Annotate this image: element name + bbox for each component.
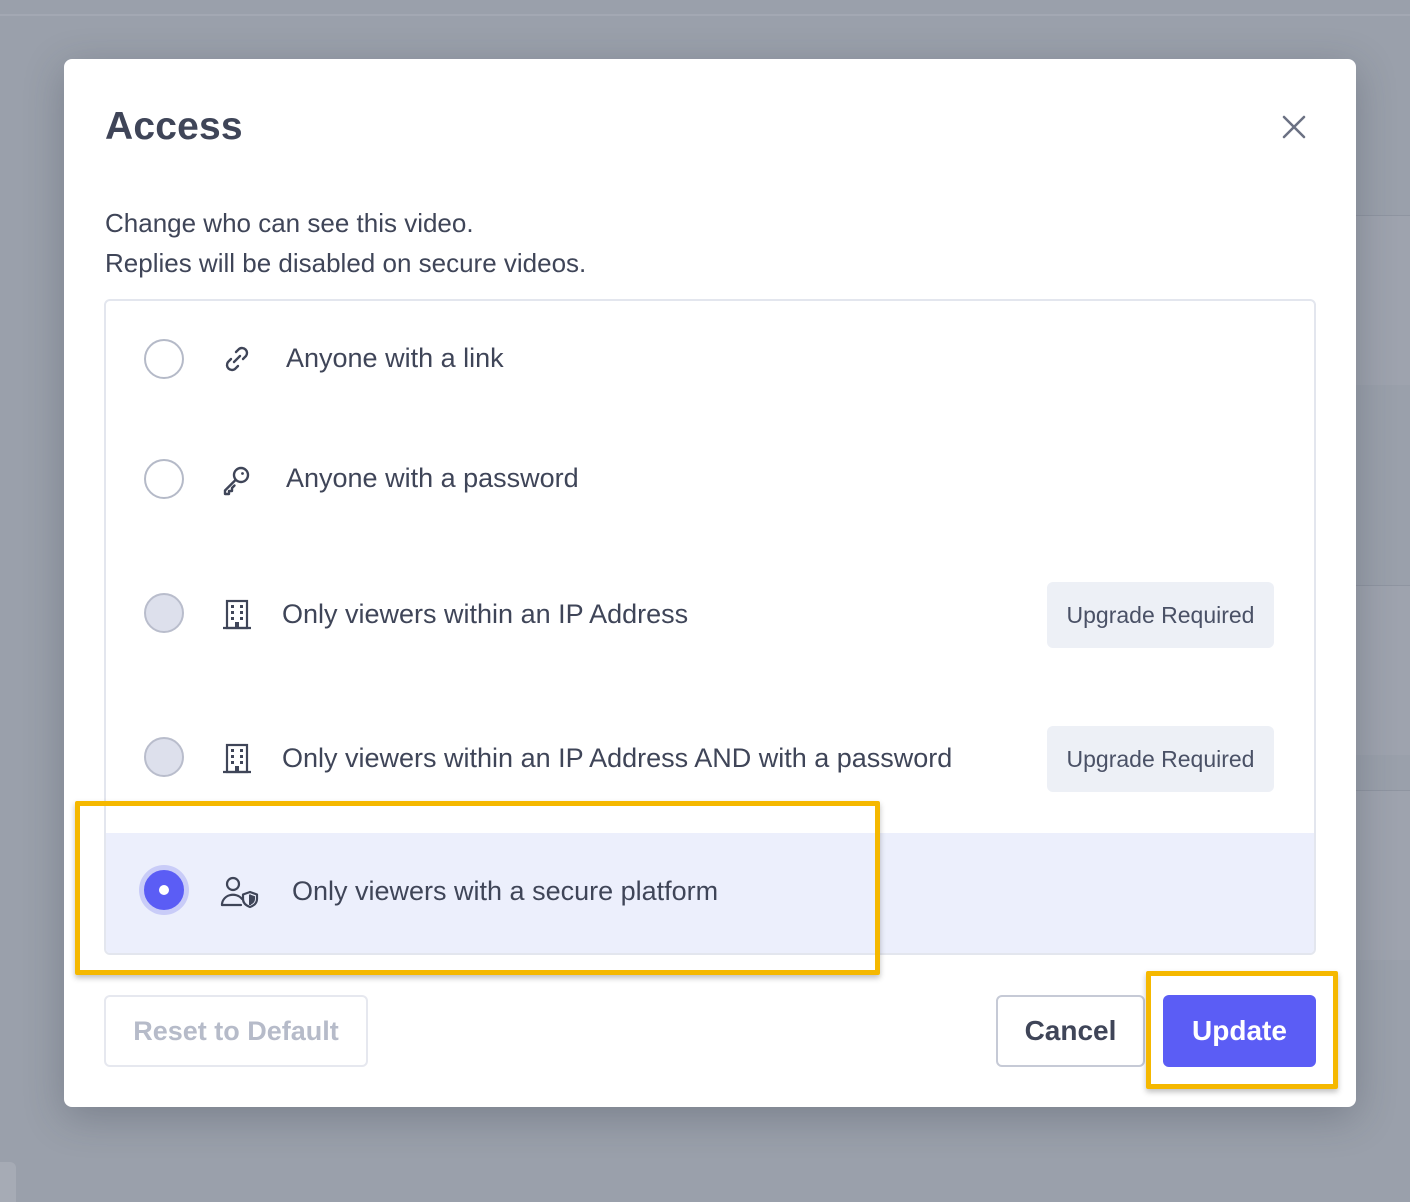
- highlight-box-secure-option: [75, 801, 880, 975]
- background-panel: [1356, 215, 1410, 385]
- radio-ip-address-and-password: [144, 737, 184, 777]
- description-line: Replies will be disabled on secure video…: [105, 248, 587, 278]
- modal-description: Change who can see this video. Replies w…: [105, 203, 586, 283]
- building-icon: [223, 599, 251, 630]
- background-panel: [1356, 585, 1410, 755]
- highlight-box-update-button: [1146, 971, 1338, 1089]
- option-label: Only viewers within an IP Address AND wi…: [282, 743, 953, 773]
- option-label: Anyone with a password: [286, 463, 579, 493]
- background-divider: [0, 14, 1410, 16]
- cancel-button[interactable]: Cancel: [996, 995, 1145, 1067]
- option-label: Anyone with a link: [286, 343, 504, 373]
- option-ip-address: Only viewers within an IP Address Upgrad…: [106, 543, 1314, 687]
- building-icon: [223, 743, 251, 774]
- description-line: Change who can see this video.: [105, 208, 474, 238]
- close-icon: [1282, 115, 1306, 139]
- option-label: Only viewers within an IP Address: [282, 599, 689, 629]
- radio-anyone-with-link[interactable]: [144, 339, 184, 379]
- upgrade-required-badge[interactable]: Upgrade Required: [1047, 726, 1274, 792]
- reset-to-default-button[interactable]: Reset to Default: [104, 995, 368, 1067]
- modal-title: Access: [105, 105, 243, 148]
- option-anyone-with-password[interactable]: Anyone with a password: [106, 421, 1314, 543]
- option-anyone-with-link[interactable]: Anyone with a link: [106, 301, 1314, 421]
- radio-ip-address: [144, 593, 184, 633]
- close-button[interactable]: [1280, 113, 1308, 141]
- link-icon: [225, 346, 249, 372]
- background-panel: [1356, 790, 1410, 960]
- key-icon: [223, 466, 250, 496]
- radio-anyone-with-password[interactable]: [144, 459, 184, 499]
- upgrade-required-badge[interactable]: Upgrade Required: [1047, 582, 1274, 648]
- background-panel: [0, 1162, 16, 1202]
